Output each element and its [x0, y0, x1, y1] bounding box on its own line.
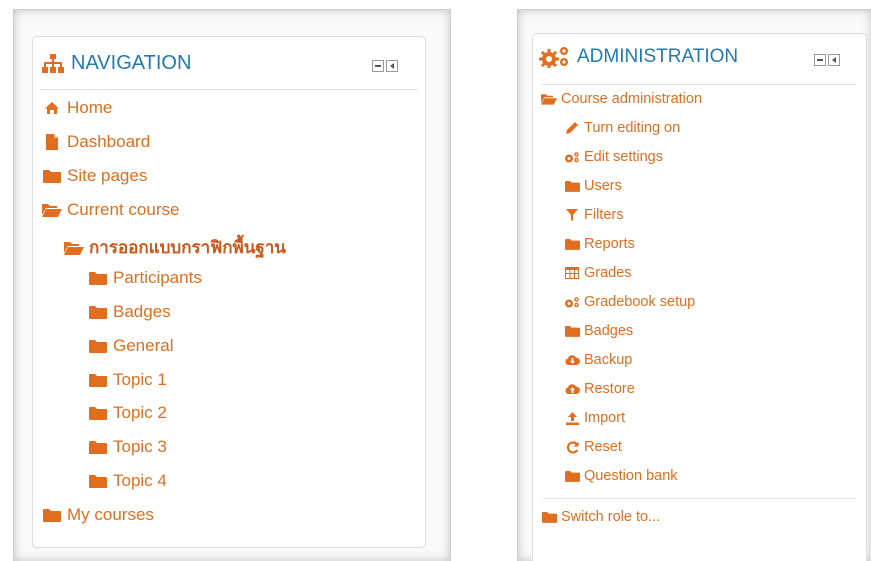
folder-icon [541, 511, 557, 523]
folder-icon [87, 305, 109, 319]
admin-item-backup[interactable]: Backup [564, 352, 632, 368]
nav-item-badges[interactable]: Badges [87, 302, 171, 322]
table-icon [564, 267, 580, 279]
cloud-upload-icon [564, 383, 580, 395]
nav-item-topic-4[interactable]: Topic 4 [87, 471, 167, 491]
nav-item-topic-2[interactable]: Topic 2 [87, 403, 167, 423]
nav-item-topic-3[interactable]: Topic 3 [87, 437, 167, 457]
nav-item-home[interactable]: Home [41, 98, 112, 118]
admin-item-gradebook-setup[interactable]: Gradebook setup [564, 294, 695, 310]
folder-icon [87, 373, 109, 387]
header-divider [541, 84, 856, 85]
admin-item-turn-editing-on[interactable]: Turn editing on [564, 120, 680, 136]
navigation-title: NAVIGATION [71, 52, 192, 74]
admin-item-question-bank[interactable]: Question bank [564, 468, 678, 484]
pencil-icon [564, 121, 580, 135]
sitemap-icon [42, 54, 64, 74]
nav-item-course-name[interactable]: การออกแบบกราฟิกพื้นฐาน [63, 234, 286, 261]
folder-icon [564, 325, 580, 337]
collapse-button[interactable] [372, 60, 384, 72]
section-divider [543, 498, 856, 499]
admin-item-switch-role[interactable]: Switch role to... [541, 509, 660, 525]
folder-icon [87, 339, 109, 353]
admin-item-edit-settings[interactable]: Edit settings [564, 149, 663, 165]
folder-icon [41, 169, 63, 183]
nav-item-my-courses[interactable]: My courses [41, 505, 154, 525]
header-divider [40, 89, 418, 90]
folder-icon [87, 271, 109, 285]
block-controls [814, 54, 840, 66]
administration-block: ADMINISTRATION Course administration Tur… [532, 33, 867, 561]
cloud-download-icon [564, 354, 580, 366]
nav-item-general[interactable]: General [87, 336, 173, 356]
folder-icon [564, 470, 580, 482]
admin-item-grades[interactable]: Grades [564, 265, 632, 281]
administration-title: ADMINISTRATION [577, 46, 739, 67]
nav-item-dashboard[interactable]: Dashboard [41, 132, 150, 152]
block-controls [372, 60, 398, 72]
folder-icon [87, 440, 109, 454]
folder-icon [87, 474, 109, 488]
nav-item-topic-1[interactable]: Topic 1 [87, 370, 167, 390]
nav-item-site-pages[interactable]: Site pages [41, 166, 147, 186]
folder-open-icon [63, 241, 85, 255]
home-icon [41, 101, 63, 115]
admin-item-restore[interactable]: Restore [564, 381, 635, 397]
filter-icon [564, 209, 580, 221]
folder-icon [564, 238, 580, 250]
reset-icon [564, 440, 580, 454]
folder-open-icon [541, 93, 557, 105]
dock-button[interactable] [386, 60, 398, 72]
navigation-block: NAVIGATION Home Dashboard Site pages Cur… [32, 36, 426, 548]
upload-icon [564, 411, 580, 425]
nav-item-participants[interactable]: Participants [87, 268, 202, 288]
admin-item-reset[interactable]: Reset [564, 439, 622, 455]
admin-item-filters[interactable]: Filters [564, 207, 623, 223]
admin-item-reports[interactable]: Reports [564, 236, 635, 252]
collapse-button[interactable] [814, 54, 826, 66]
dock-button[interactable] [828, 54, 840, 66]
folder-open-icon [41, 203, 63, 217]
admin-item-badges[interactable]: Badges [564, 323, 633, 339]
navigation-header: NAVIGATION [33, 37, 425, 93]
folder-icon [564, 180, 580, 192]
administration-header: ADMINISTRATION [533, 34, 866, 84]
nav-item-current-course[interactable]: Current course [41, 200, 179, 220]
admin-item-users[interactable]: Users [564, 178, 622, 194]
gears-icon [564, 151, 580, 164]
gears-icon [564, 296, 580, 309]
gears-icon [539, 46, 571, 68]
folder-icon [41, 508, 63, 522]
admin-item-import[interactable]: Import [564, 410, 625, 426]
folder-icon [87, 406, 109, 420]
file-icon [41, 134, 63, 150]
admin-item-course-administration[interactable]: Course administration [541, 91, 702, 107]
